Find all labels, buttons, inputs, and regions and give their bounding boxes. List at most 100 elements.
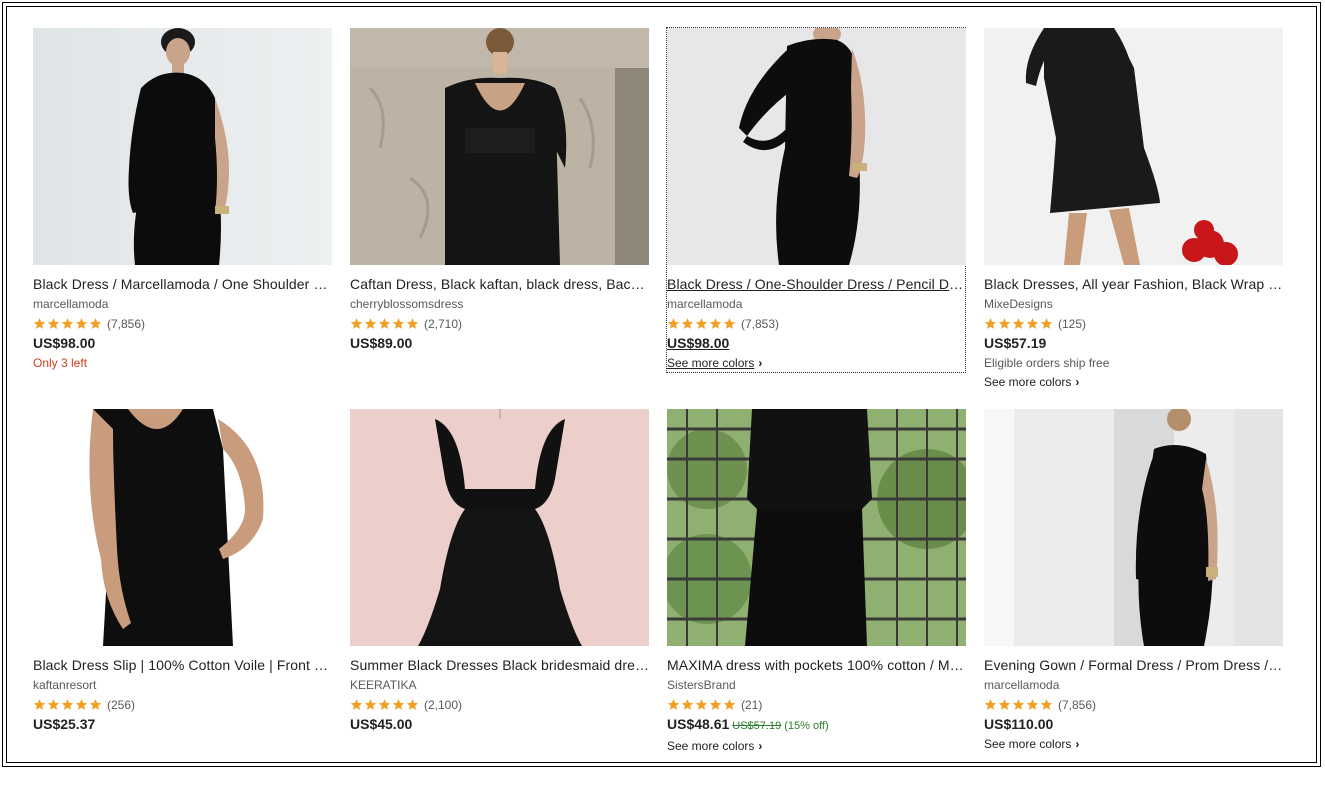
star-icon (406, 699, 419, 710)
shop-name: kaftanresort (33, 678, 97, 692)
star-icon (695, 318, 708, 329)
see-more-colors-link[interactable]: See more colors › (667, 355, 966, 371)
see-more-colors-label: See more colors (667, 739, 755, 753)
listing-image[interactable] (33, 409, 332, 646)
star-icon (89, 699, 102, 710)
see-more-colors-link[interactable]: See more colors › (667, 738, 966, 754)
star-icon (1012, 699, 1025, 710)
price: US$98.00 (667, 335, 730, 351)
listing-image-graphic (33, 28, 332, 265)
see-more-colors-label: See more colors (667, 356, 755, 370)
listing-title[interactable]: Black Dress Slip | 100% Cotton Voile | F… (33, 656, 332, 674)
rating: (7,856) (33, 315, 332, 332)
listing-title[interactable]: Evening Gown / Formal Dress / Prom Dress… (984, 656, 1283, 674)
listing-card[interactable]: Caftan Dress, Black kaftan, black dress,… (350, 28, 649, 409)
see-more-colors-label: See more colors (984, 375, 1072, 389)
star-icon (723, 699, 736, 710)
listing-title[interactable]: Caftan Dress, Black kaftan, black dress,… (350, 275, 649, 293)
rating: (2,100) (350, 696, 649, 713)
star-rating-icons (667, 698, 737, 711)
listing-image[interactable] (33, 28, 332, 265)
shop-name: SistersBrand (667, 678, 736, 692)
shop-name: cherryblossomsdress (350, 297, 464, 311)
price-row: US$110.00 (984, 715, 1283, 733)
star-rating-icons (350, 698, 420, 711)
price: US$48.61 (667, 716, 730, 732)
star-icon (681, 699, 694, 710)
star-icon (723, 318, 736, 329)
listing-title[interactable]: Summer Black Dresses Black bridesmaid dr… (350, 656, 649, 674)
star-icon (406, 318, 419, 329)
star-icon (998, 318, 1011, 329)
star-icon (709, 318, 722, 329)
listing-card[interactable]: Black Dress / Marcellamoda / One Shoulde… (33, 28, 332, 409)
star-icon (350, 699, 363, 710)
listing-title[interactable]: MAXIMA dress with pockets 100% cotton / … (667, 656, 966, 674)
star-icon (984, 699, 997, 710)
price: US$98.00 (33, 335, 96, 351)
star-rating-icons (350, 317, 420, 330)
rating-count: (125) (1058, 316, 1087, 331)
listing-image[interactable] (984, 409, 1283, 646)
listing-image[interactable] (350, 409, 649, 646)
price-row: US$25.37 (33, 715, 332, 733)
shop-name: marcellamoda (984, 678, 1060, 692)
listing-card[interactable]: MAXIMA dress with pockets 100% cotton / … (667, 409, 966, 790)
listing-image-graphic (350, 28, 649, 265)
listing-image[interactable] (667, 409, 966, 646)
star-icon (392, 699, 405, 710)
star-icon (364, 699, 377, 710)
star-icon (75, 318, 88, 329)
star-icon (998, 699, 1011, 710)
price-row: US$98.00 (667, 334, 966, 352)
shop-name: KEERATIKA (350, 678, 417, 692)
star-icon (378, 318, 391, 329)
listing-image[interactable] (667, 28, 966, 265)
price: US$25.37 (33, 716, 96, 732)
rating: (7,856) (984, 696, 1283, 713)
listing-title[interactable]: Black Dress / One-Shoulder Dress / Penci… (667, 275, 966, 293)
price: US$57.19 (984, 335, 1047, 351)
rating: (125) (984, 315, 1283, 332)
original-price: US$57.19 (732, 720, 782, 732)
listing-image[interactable] (350, 28, 649, 265)
star-icon (667, 318, 680, 329)
listing-image[interactable] (984, 28, 1283, 265)
rating: (2,710) (350, 315, 649, 332)
star-icon (350, 318, 363, 329)
shop-name: marcellamoda (33, 297, 109, 311)
rating-count: (2,710) (424, 316, 463, 331)
star-rating-icons (33, 317, 103, 330)
star-icon (89, 318, 102, 329)
listing-image-graphic (667, 409, 966, 646)
shipping-notice: Eligible orders ship free (984, 356, 1110, 370)
listing-card[interactable]: Evening Gown / Formal Dress / Prom Dress… (984, 409, 1283, 790)
star-icon (1040, 699, 1053, 710)
listing-title[interactable]: Black Dress / Marcellamoda / One Shoulde… (33, 275, 332, 293)
price-row: US$48.61 US$57.19 (15% off) (667, 715, 966, 735)
rating-count: (7,853) (741, 316, 780, 331)
see-more-colors-link[interactable]: See more colors › (984, 374, 1283, 390)
listing-image-graphic (667, 28, 966, 265)
rating-count: (2,100) (424, 697, 463, 712)
star-icon (984, 318, 997, 329)
star-icon (681, 318, 694, 329)
rating-count: (21) (741, 697, 763, 712)
price-row: US$45.00 (350, 715, 649, 733)
star-icon (695, 699, 708, 710)
star-icon (667, 699, 680, 710)
chevron-right-icon: › (1075, 737, 1080, 751)
listing-card[interactable]: Black Dress / One-Shoulder Dress / Penci… (666, 27, 966, 409)
listing-image-graphic (350, 409, 649, 646)
listing-card[interactable]: Black Dresses, All year Fashion, Black W… (984, 28, 1283, 409)
chevron-right-icon: › (758, 739, 763, 753)
listing-card[interactable]: Summer Black Dresses Black bridesmaid dr… (350, 409, 649, 790)
chevron-right-icon: › (758, 356, 763, 370)
listing-card[interactable]: Black Dress Slip | 100% Cotton Voile | F… (33, 409, 332, 790)
listing-title[interactable]: Black Dresses, All year Fashion, Black W… (984, 275, 1283, 293)
see-more-colors-link[interactable]: See more colors › (984, 736, 1283, 752)
price-row: US$57.19 (984, 334, 1283, 352)
star-rating-icons (667, 317, 737, 330)
rating: (7,853) (667, 315, 966, 332)
stock-notice: Only 3 left (33, 356, 88, 370)
